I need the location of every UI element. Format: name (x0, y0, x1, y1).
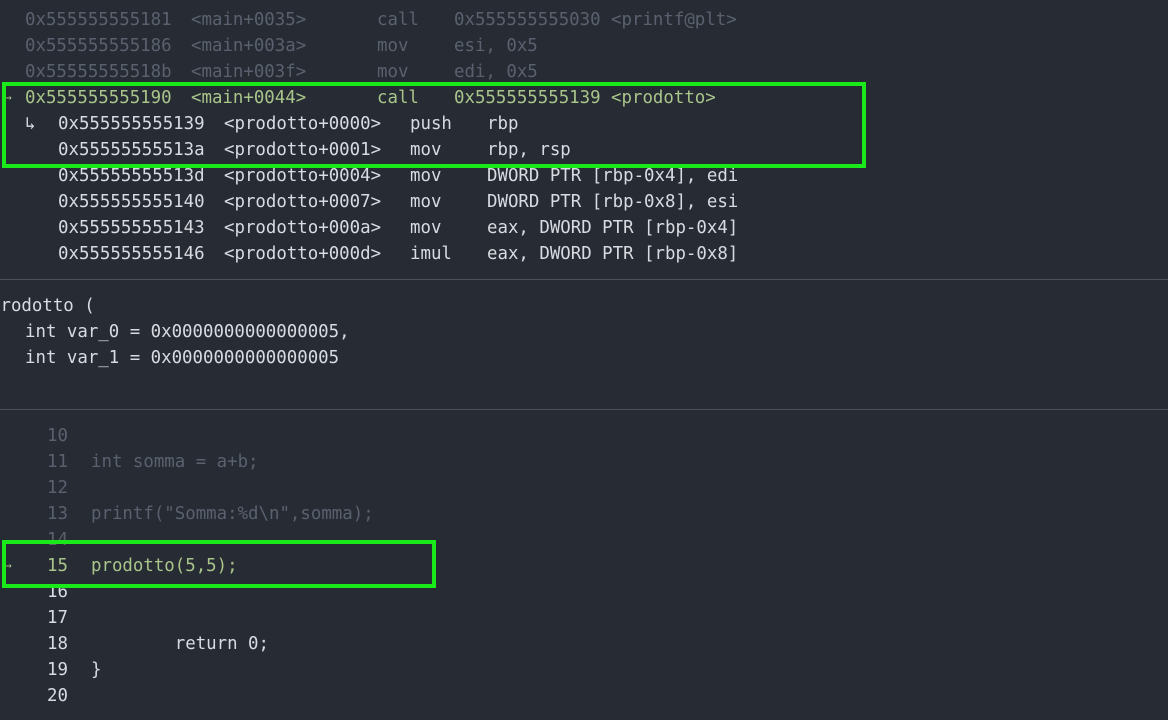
line-number: 14 (47, 530, 68, 550)
source-code: return 0; (91, 634, 269, 654)
line-number: 15 (47, 556, 68, 576)
argument-line: int var_1 = 0x0000000000000005 (25, 348, 340, 368)
instruction-address: 0x55555555513d (58, 166, 205, 186)
line-number: 18 (47, 634, 68, 654)
line-number: 19 (47, 660, 68, 680)
instruction-symbol: <prodotto+0001> (224, 140, 382, 160)
instruction-opcode: call (377, 10, 419, 30)
instruction-opcode: mov (410, 218, 442, 238)
source-code: prodotto(5,5); (91, 556, 238, 576)
instruction-opcode: mov (377, 36, 409, 56)
instruction-symbol: <prodotto+0000> (224, 114, 382, 134)
instruction-symbol: <prodotto+0007> (224, 192, 382, 212)
current-line-arrow-icon: → (5, 559, 12, 572)
instruction-operands: eax, DWORD PTR [rbp-0x8] (487, 244, 739, 264)
instruction-address: 0x555555555190 (25, 88, 172, 108)
instruction-address: 0x55555555513a (58, 140, 205, 160)
instruction-operands: DWORD PTR [rbp-0x4], edi (487, 166, 739, 186)
instruction-operands: 0x555555555139 <prodotto> (454, 88, 716, 108)
instruction-operands: 0x555555555030 <printf@plt> (454, 10, 737, 30)
instruction-address: 0x55555555518b (25, 62, 172, 82)
function-call-header: prodotto ( (0, 296, 95, 316)
instruction-operands: edi, 0x5 (454, 62, 538, 82)
instruction-address: 0x555555555143 (58, 218, 205, 238)
instruction-operands: esi, 0x5 (454, 36, 538, 56)
pane-separator (0, 279, 1168, 280)
argument-line: int var_0 = 0x0000000000000005, (25, 322, 350, 342)
instruction-address: 0x555555555146 (58, 244, 205, 264)
instruction-symbol: <main+0035> (191, 10, 307, 30)
current-line-arrow-icon: → (5, 91, 12, 104)
instruction-opcode: call (377, 88, 419, 108)
instruction-operands: DWORD PTR [rbp-0x8], esi (487, 192, 739, 212)
source-code: } (91, 660, 102, 680)
instruction-opcode: mov (410, 166, 442, 186)
instruction-symbol: <main+0044> (191, 88, 307, 108)
instruction-opcode: push (410, 114, 452, 134)
instruction-address: 0x555555555139 (58, 114, 205, 134)
step-into-icon: ↳ (25, 114, 36, 134)
instruction-operands: eax, DWORD PTR [rbp-0x4] (487, 218, 739, 238)
instruction-opcode: mov (410, 192, 442, 212)
instruction-symbol: <main+003f> (191, 62, 307, 82)
instruction-address: 0x555555555186 (25, 36, 172, 56)
instruction-opcode: imul (410, 244, 452, 264)
pane-separator (0, 409, 1168, 410)
line-number: 12 (47, 478, 68, 498)
instruction-address: 0x555555555181 (25, 10, 172, 30)
line-number: 10 (47, 426, 68, 446)
line-number: 16 (47, 582, 68, 602)
instruction-symbol: <main+003a> (191, 36, 307, 56)
source-code: printf("Somma:%d\n",somma); (91, 504, 374, 524)
line-number: 17 (47, 608, 68, 628)
instruction-operands: rbp (487, 114, 519, 134)
instruction-operands: rbp, rsp (487, 140, 571, 160)
instruction-opcode: mov (377, 62, 409, 82)
instruction-symbol: <prodotto+000a> (224, 218, 382, 238)
instruction-symbol: <prodotto+0004> (224, 166, 382, 186)
source-code: int somma = a+b; (91, 452, 259, 472)
line-number: 11 (47, 452, 68, 472)
instruction-symbol: <prodotto+000d> (224, 244, 382, 264)
instruction-opcode: mov (410, 140, 442, 160)
line-number: 13 (47, 504, 68, 524)
line-number: 20 (47, 686, 68, 706)
instruction-address: 0x555555555140 (58, 192, 205, 212)
